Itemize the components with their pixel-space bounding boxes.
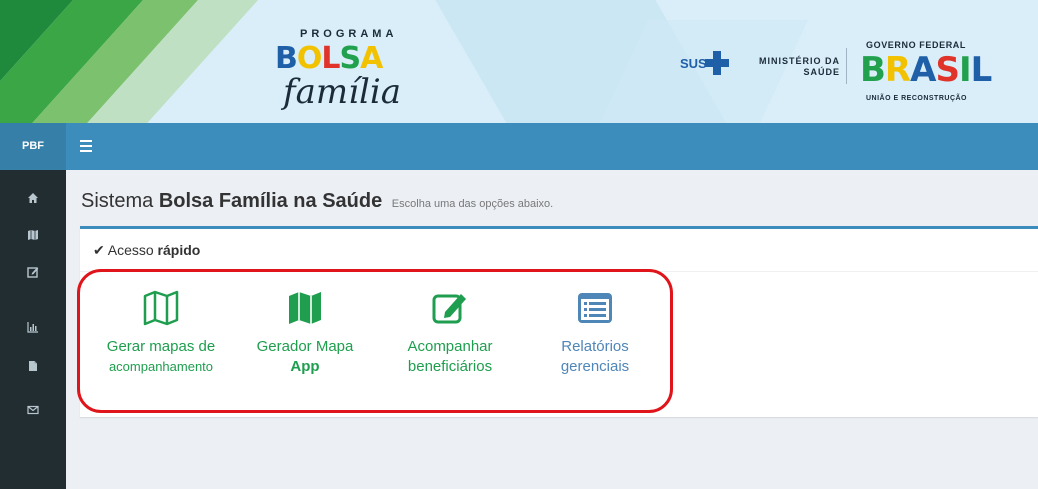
sidebar-item-map[interactable] (0, 217, 66, 253)
tile-gerar-mapas[interactable]: Gerar mapas de acompanhamento (105, 288, 217, 377)
gov-brasil-logo: BRASIL (860, 50, 992, 90)
top-navbar: PBF (0, 123, 1038, 170)
map-filled-icon (289, 292, 321, 324)
box-title-prefix: Acesso (107, 242, 154, 258)
home-icon (28, 193, 38, 203)
ministry-line1: MINISTÉRIO DA (758, 56, 840, 66)
brand-logo-mini[interactable]: PBF (0, 123, 66, 170)
logo-divider (846, 48, 847, 84)
gov-federal-label: GOVERNO FEDERAL (866, 40, 967, 50)
map-outline-icon (143, 290, 179, 326)
edit-square-icon (432, 294, 466, 324)
page-subtitle: Escolha uma das opções abaixo. (391, 198, 554, 210)
tile-label-line2: gerenciais (560, 358, 630, 375)
edit-icon (27, 267, 39, 278)
tile-label-line2: acompanhamento (108, 359, 214, 374)
list-alt-icon (578, 293, 612, 323)
tile-label-line1: Gerar mapas de (106, 338, 216, 355)
sus-logo-text: SUS (680, 56, 707, 71)
page-title: Sistema Bolsa Família na Saúde Escolha u… (81, 190, 553, 213)
box-title-strong: rápido (157, 242, 201, 258)
checkmark-icon: ✔ (93, 242, 105, 258)
file-icon (29, 361, 37, 371)
header-banner: PROGRAMA BOLSA família SUS MINISTÉRIO DA… (0, 0, 1038, 123)
sidebar-item-file[interactable] (0, 348, 66, 384)
sidebar-item-reports[interactable] (0, 309, 66, 345)
tile-acompanhar-beneficiarios[interactable]: Acompanhar beneficiários (395, 288, 505, 377)
sidebar-item-mail[interactable] (0, 392, 66, 428)
sidebar-item-edit[interactable] (0, 254, 66, 290)
box-header: ✔ Acesso rápido (80, 229, 1038, 272)
tile-label-line1: Acompanhar (407, 338, 493, 355)
tile-gerador-mapa-app[interactable]: Gerador Mapa App (250, 288, 360, 377)
box-title: ✔ Acesso rápido (93, 242, 200, 259)
hamburger-icon[interactable] (80, 140, 92, 152)
ministry-line2: SAÚDE (803, 67, 840, 77)
page-title-strong: Bolsa Família na Saúde (158, 190, 383, 212)
envelope-icon (27, 405, 39, 415)
tile-label-line2: beneficiários (407, 358, 493, 375)
tile-label-line1: Gerador Mapa (256, 338, 354, 355)
gov-slogan: UNIÃO E RECONSTRUÇÃO (866, 95, 968, 102)
bolsa-familia-logo: PROGRAMA BOLSA família (275, 26, 415, 116)
bar-chart-icon (27, 322, 38, 333)
map-icon (28, 230, 38, 240)
tile-label-line1: Relatórios (561, 338, 629, 355)
page-title-prefix: Sistema (81, 190, 154, 212)
tile-relatorios-gerenciais[interactable]: Relatórios gerenciais (540, 288, 650, 377)
sidebar (0, 170, 66, 489)
sus-cross-icon (705, 51, 729, 75)
sidebar-item-home[interactable] (0, 180, 66, 216)
logo-familia-word: família (283, 72, 401, 112)
logo-bolsa-word: BOLSA (275, 41, 383, 76)
logo-program-label: PROGRAMA (300, 28, 398, 40)
ministry-logo: MINISTÉRIO DA SAÚDE (754, 56, 840, 78)
tile-label-line2: App (290, 358, 320, 375)
quick-access-box: ✔ Acesso rápido Gerar mapas de acompanham… (80, 226, 1038, 417)
